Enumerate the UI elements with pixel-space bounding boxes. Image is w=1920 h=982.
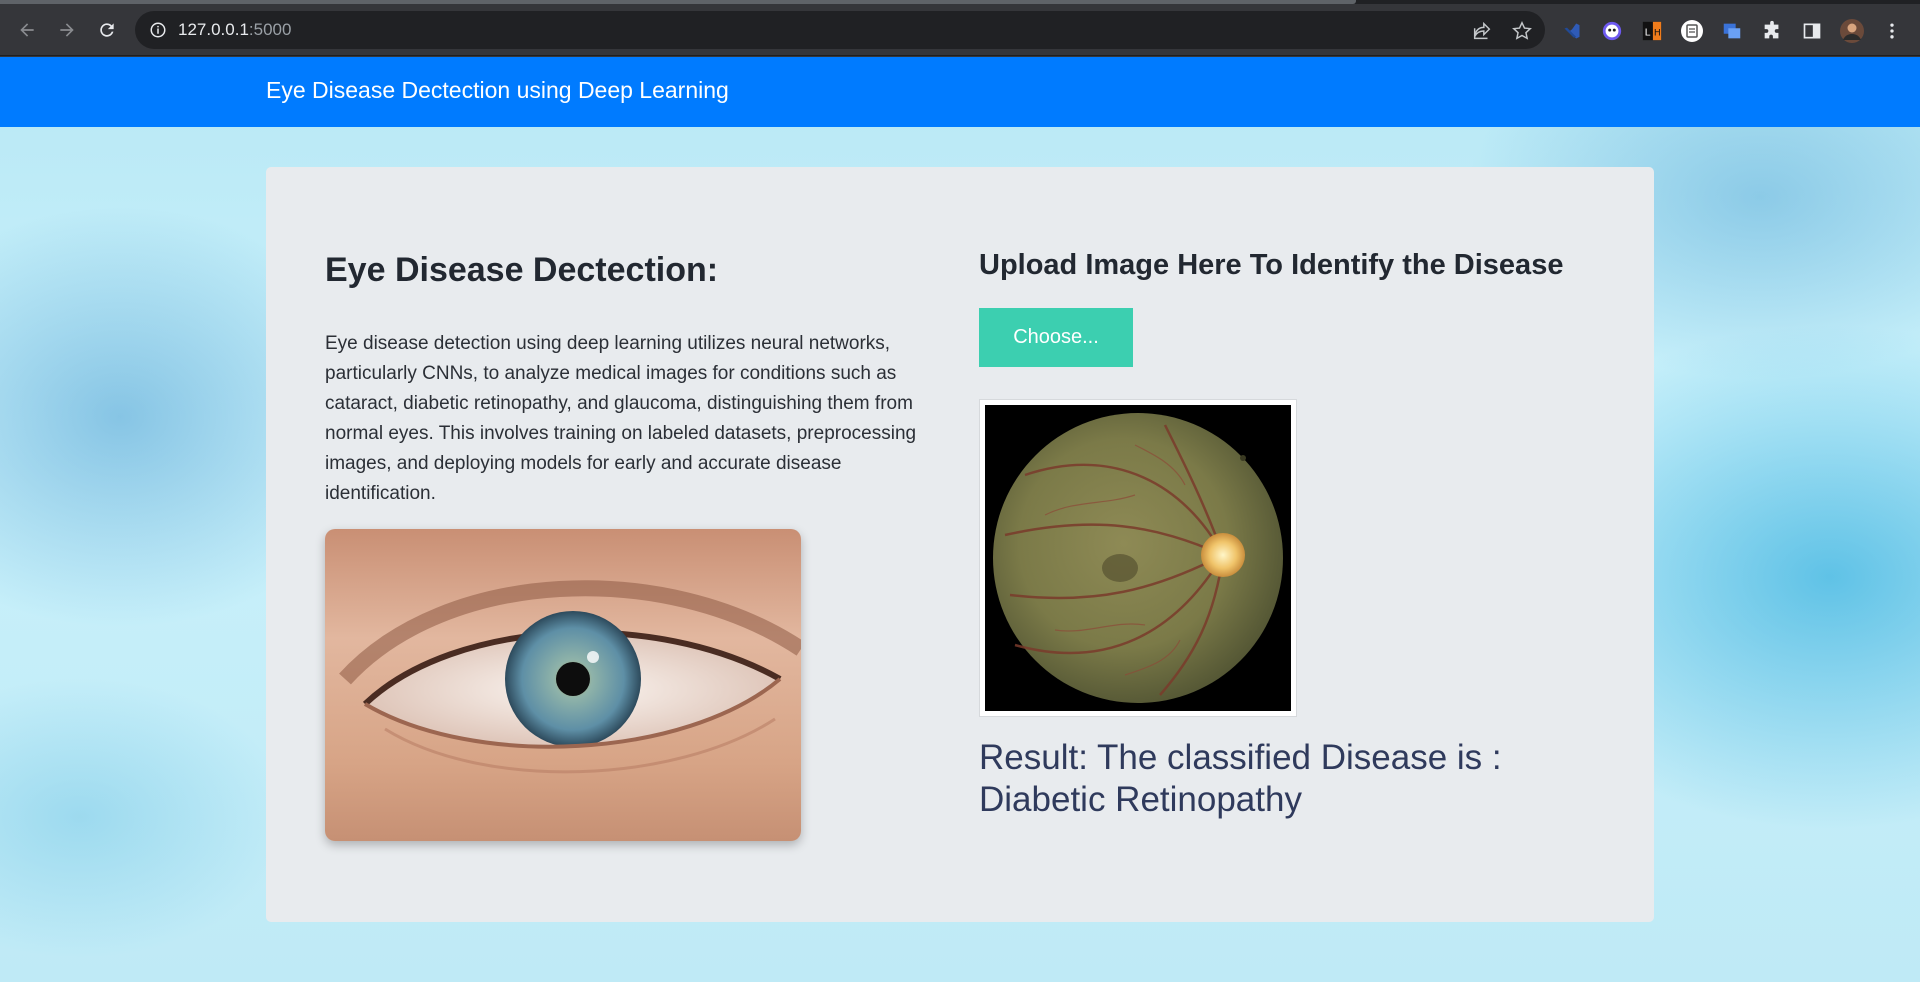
- retina-fundus-image: [985, 405, 1291, 711]
- upload-heading: Upload Image Here To Identify the Diseas…: [979, 249, 1564, 281]
- forward-button[interactable]: [52, 15, 82, 45]
- left-heading: Eye Disease Dectection:: [325, 251, 719, 289]
- navbar-brand[interactable]: Eye Disease Dectection using Deep Learni…: [266, 77, 729, 104]
- info-icon[interactable]: [149, 21, 167, 39]
- side-panel-icon[interactable]: [1800, 19, 1824, 43]
- uploaded-image-preview: [979, 399, 1297, 717]
- extensions-puzzle-icon[interactable]: [1760, 19, 1784, 43]
- description-text: Eye disease detection using deep learnin…: [325, 333, 917, 504]
- choose-file-button[interactable]: Choose...: [979, 308, 1133, 367]
- profile-avatar[interactable]: [1840, 19, 1864, 43]
- result-disease: Diabetic Retinopathy: [979, 780, 1302, 819]
- back-button[interactable]: [12, 15, 42, 45]
- svg-text:H: H: [1654, 28, 1661, 39]
- eye-illustration: [325, 529, 801, 841]
- navbar: Eye Disease Dectection using Deep Learni…: [0, 57, 1920, 127]
- result-text: Result: The classified Disease is : Diab…: [979, 737, 1579, 821]
- page-body: Eye Disease Dectection using Deep Learni…: [0, 57, 1920, 982]
- url-host: 127.0.0.1: [178, 20, 249, 39]
- extension-lighthouse-icon[interactable]: LH: [1640, 19, 1664, 43]
- extension-ghost-icon[interactable]: [1600, 19, 1624, 43]
- svg-text:L: L: [1645, 28, 1651, 39]
- result-label: Result: The classified Disease is :: [979, 738, 1502, 777]
- url-port: :5000: [248, 20, 292, 39]
- bookmark-star-icon[interactable]: [1511, 20, 1533, 42]
- eye-closeup-image: [325, 529, 801, 841]
- address-bar[interactable]: 127.0.0.1:5000: [135, 11, 1545, 49]
- extension-vscode-icon[interactable]: [1560, 19, 1584, 43]
- extension-windows-icon[interactable]: [1720, 19, 1744, 43]
- reload-button[interactable]: [92, 15, 122, 45]
- arrow-right-icon: [60, 23, 74, 37]
- reload-icon: [100, 23, 114, 37]
- arrow-left-icon: [20, 23, 34, 37]
- url-text[interactable]: 127.0.0.1:5000: [178, 19, 291, 41]
- main-card: Eye Disease Dectection: Eye disease dete…: [266, 167, 1654, 922]
- extension-document-icon[interactable]: [1680, 19, 1704, 43]
- browser-menu-icon[interactable]: [1880, 19, 1904, 43]
- share-icon[interactable]: [1471, 20, 1493, 42]
- browser-toolbar: 127.0.0.1:5000 LH: [0, 4, 1920, 56]
